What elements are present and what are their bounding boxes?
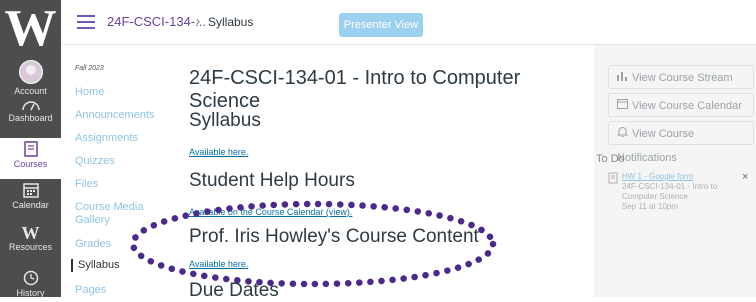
resources-logo: W	[21, 223, 40, 243]
global-navigation: W Account Dashboard Courses Calendar W R…	[0, 0, 61, 298]
view-course-calendar-label: View Course Calendar	[632, 100, 742, 112]
nav-courses-label: Courses	[13, 159, 48, 169]
todo-item: HW 1 - Google form 24F-CSCI-134-01 - Int…	[622, 172, 752, 212]
course-content-link[interactable]: Available here.	[189, 259, 248, 269]
calendar-icon	[617, 94, 629, 118]
view-course-stream-button[interactable]: View Course Stream	[608, 65, 754, 89]
todo-item-due: Sep 11 at 10pm	[622, 202, 678, 211]
course-header: 24F-CSCI-134-... › Syllabus Presenter Vi…	[61, 0, 756, 45]
nav-dashboard-label: Dashboard	[8, 113, 53, 123]
nav-dashboard[interactable]: Dashboard	[0, 97, 61, 123]
page-title: 24F-CSCI-134-01 - Intro to Computer Scie…	[189, 67, 521, 112]
nav-courses[interactable]: Courses	[0, 138, 61, 179]
course-nav-announcements[interactable]: Announcements	[75, 109, 155, 122]
course-nav-home[interactable]: Home	[75, 86, 104, 99]
breadcrumb-current-page: Syllabus	[208, 15, 254, 29]
book-icon	[23, 141, 38, 157]
todo-item-course: 24F-CSCI-134-01 - Intro to Computer Scie…	[622, 182, 718, 201]
hamburger-menu-icon[interactable]	[77, 15, 95, 29]
nav-history[interactable]: History	[0, 270, 61, 298]
breadcrumb-course[interactable]: 24F-CSCI-134-...	[107, 14, 206, 29]
dismiss-todo-icon[interactable]: ×	[742, 171, 748, 183]
course-nav-pages[interactable]: Pages	[75, 284, 106, 297]
nav-resources[interactable]: W Resources	[0, 224, 61, 252]
avatar	[18, 60, 43, 84]
section-heading-due-dates: Due Dates	[189, 280, 279, 301]
bell-icon	[616, 122, 629, 146]
todo-item-link[interactable]: HW 1 - Google form	[622, 172, 752, 182]
view-course-notifications-button[interactable]: View Course Notifications	[608, 121, 754, 164]
bar-chart-icon	[617, 66, 629, 90]
nav-account-label: Account	[14, 86, 47, 96]
view-course-calendar-button[interactable]: View Course Calendar	[608, 93, 754, 117]
nav-account[interactable]: Account	[0, 60, 61, 96]
course-nav-media-gallery[interactable]: Course Media Gallery	[75, 201, 145, 227]
syllabus-link[interactable]: Available here.	[189, 147, 248, 157]
course-nav-grades[interactable]: Grades	[75, 238, 111, 251]
breadcrumb-separator: ›	[196, 14, 200, 28]
course-navigation: Fall 2023 Home Announcements Assignments…	[61, 45, 173, 297]
williams-logo[interactable]: W	[0, 0, 61, 57]
todo-heading: To Do	[596, 153, 625, 165]
syllabus-content: 24F-CSCI-134-01 - Intro to Computer Scie…	[173, 45, 593, 301]
assignment-icon	[608, 172, 619, 187]
course-nav-quizzes[interactable]: Quizzes	[75, 155, 115, 168]
course-nav-files[interactable]: Files	[75, 178, 98, 191]
course-nav-syllabus[interactable]: Syllabus	[71, 259, 120, 272]
nav-resources-label: Resources	[8, 242, 53, 252]
dashboard-icon	[21, 101, 40, 111]
presenter-view-button[interactable]: Presenter View	[339, 13, 423, 37]
nav-calendar[interactable]: Calendar	[0, 182, 61, 210]
nav-calendar-label: Calendar	[12, 200, 49, 210]
term-label: Fall 2023	[75, 65, 104, 72]
section-heading-syllabus: Syllabus	[189, 110, 261, 131]
course-nav-assignments[interactable]: Assignments	[75, 132, 138, 145]
section-heading-course-content: Prof. Iris Howley's Course Content	[189, 226, 479, 247]
help-hours-link[interactable]: Available on the Course Calendar (view).	[189, 207, 352, 217]
section-heading-help-hours: Student Help Hours	[189, 170, 355, 191]
calendar-icon	[22, 183, 39, 198]
view-course-stream-label: View Course Stream	[632, 72, 733, 84]
right-sidebar: View Course Stream View Course Calendar …	[594, 45, 756, 297]
clock-icon	[23, 270, 38, 286]
